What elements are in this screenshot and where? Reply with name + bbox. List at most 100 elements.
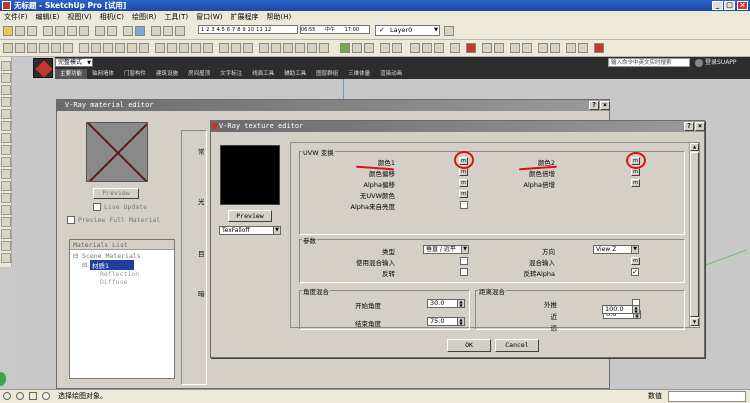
far-input[interactable]: 100.0 ▲ ▼ (602, 305, 640, 314)
vray-toolbar-icon-2[interactable] (494, 43, 504, 53)
help-button[interactable]: ? (589, 101, 599, 110)
axes-icon[interactable] (203, 43, 213, 53)
circle-icon[interactable] (27, 43, 37, 53)
use-blend-input-checkbox[interactable] (460, 257, 468, 265)
tape-measure-icon[interactable] (155, 43, 165, 53)
spinner-icon[interactable]: ▲▼ (457, 300, 464, 307)
spinner-icon[interactable]: ▲▼ (632, 306, 639, 313)
polygon-icon[interactable] (39, 43, 49, 53)
vray-toolbar-icon-8[interactable] (578, 43, 588, 53)
menu-draw[interactable]: 绘图(R) (132, 11, 156, 23)
layer-select[interactable]: ✓ Layer0 ▼ (375, 25, 440, 36)
menu-tools[interactable]: 工具(T) (164, 11, 188, 23)
left-tool-icon-17[interactable] (1, 253, 11, 263)
sun-icon[interactable] (175, 26, 185, 36)
orbit-icon[interactable] (219, 43, 229, 53)
scroll-up-icon[interactable]: ▲ (690, 143, 699, 151)
tab-facilities[interactable]: 建筑设施 (151, 69, 183, 79)
copy-icon[interactable] (55, 26, 65, 36)
right-view-icon[interactable] (295, 43, 305, 53)
vray-render-icon[interactable] (422, 43, 432, 53)
shadows-icon[interactable] (151, 26, 161, 36)
diffuse-layer[interactable]: Diffuse (100, 278, 127, 286)
left-tool-icon-5[interactable] (1, 109, 11, 119)
left-tool-icon-11[interactable] (1, 181, 11, 191)
menu-view[interactable]: 视图(V) (67, 11, 91, 23)
menu-edit[interactable]: 编辑(E) (36, 11, 60, 23)
spinner-icon[interactable]: ▲▼ (457, 318, 464, 325)
followme-icon[interactable] (115, 43, 125, 53)
alpha-multiplier-map-button[interactable]: m (631, 179, 640, 187)
vray-toolbar-icon-5[interactable] (538, 43, 548, 53)
menu-file[interactable]: 文件(F) (4, 11, 28, 23)
menu-camera[interactable]: 相机(C) (100, 11, 124, 23)
user-status-icon[interactable] (29, 392, 37, 400)
left-tool-icon-12[interactable] (1, 193, 11, 203)
tab-render-anim[interactable]: 渲染动画 (375, 69, 407, 79)
close-button[interactable]: × (737, 1, 748, 10)
tab-3d-mass[interactable]: 三维体量 (343, 69, 375, 79)
protractor-icon[interactable] (179, 43, 189, 53)
vray-material-icon[interactable] (466, 43, 476, 53)
vray-toolbar-icon-6[interactable] (550, 43, 560, 53)
start-angle-input[interactable]: 30.0 ▲ ▼ (427, 299, 465, 308)
undo-icon[interactable] (95, 26, 105, 36)
color-offset-map-button[interactable]: m (459, 168, 468, 176)
move-icon[interactable] (79, 43, 89, 53)
vray-settings-icon[interactable] (410, 43, 420, 53)
tab-room-roof[interactable]: 房间屋顶 (183, 69, 215, 79)
alpha-offset-map-button[interactable]: m (459, 179, 468, 187)
style-icon[interactable] (392, 43, 402, 53)
print-icon[interactable] (123, 26, 133, 36)
left-tool-icon-2[interactable] (1, 73, 11, 83)
texture-preview-button[interactable]: Preview (228, 210, 272, 222)
vray-frame-icon[interactable] (434, 43, 444, 53)
dimension-icon[interactable] (167, 43, 177, 53)
time-slider[interactable]: 06:55 中午 17:00 (300, 25, 370, 34)
tab-aux-tools[interactable]: 辅助工具 (279, 69, 311, 79)
tab-layer-group[interactable]: 图层群组 (311, 69, 343, 79)
preview-full-checkbox[interactable] (67, 216, 75, 224)
tab-main[interactable]: 主要功能 (55, 69, 88, 79)
end-angle-input[interactable]: 75.0 ▲ ▼ (427, 317, 465, 326)
erase-icon[interactable] (79, 26, 89, 36)
blend-input-map-button[interactable]: m (631, 257, 640, 265)
left-tool-icon-3[interactable] (1, 85, 11, 95)
material-node-selected[interactable]: 材质1 (90, 260, 134, 270)
section-icon[interactable] (380, 43, 390, 53)
vray-toolbar-icon-1[interactable] (482, 43, 492, 53)
pan-icon[interactable] (231, 43, 241, 53)
close-button[interactable]: × (695, 122, 705, 131)
open-icon[interactable] (15, 26, 25, 36)
vertical-scrollbar[interactable]: ▲ ▼ (689, 143, 699, 327)
rotate-icon[interactable] (103, 43, 113, 53)
invert-alpha-checkbox[interactable]: ✓ (631, 268, 639, 276)
model-info-icon[interactable] (135, 26, 145, 36)
maximize-button[interactable]: □ (724, 1, 735, 10)
vray-toolbar-icon-9[interactable] (594, 43, 604, 53)
share-icon[interactable] (352, 43, 362, 53)
component-icon[interactable] (3, 43, 13, 53)
cancel-button[interactable]: Cancel (495, 339, 539, 352)
command-search-input[interactable]: 输入命令中英文实时搜索 (608, 58, 690, 67)
warehouse-icon[interactable] (340, 43, 350, 53)
alpha-from-lum-checkbox[interactable] (460, 201, 468, 209)
vray-light-icon[interactable] (450, 43, 460, 53)
tab-text-dim[interactable]: 文字标注 (215, 69, 247, 79)
menu-window[interactable]: 窗口(W) (196, 11, 222, 23)
left-tool-icon-13[interactable] (1, 205, 11, 215)
color-multiplier-map-button[interactable]: m (631, 168, 640, 176)
rectangle-icon[interactable] (15, 43, 25, 53)
scroll-down-icon[interactable]: ▼ (690, 318, 699, 326)
vray-toolbar-icon-4[interactable] (522, 43, 532, 53)
live-update-checkbox[interactable] (93, 203, 101, 211)
mode-select[interactable]: 完整模式 ▼ (55, 58, 93, 67)
login-link[interactable]: 登录SUAPP (695, 58, 737, 67)
left-tool-icon-8[interactable] (1, 145, 11, 155)
cut-icon[interactable] (43, 26, 53, 36)
back-view-icon[interactable] (307, 43, 317, 53)
left-tool-icon-1[interactable] (1, 61, 11, 71)
left-view-icon[interactable] (319, 43, 329, 53)
scroll-thumb[interactable] (690, 152, 699, 317)
direction-select[interactable]: View Z ▼ (593, 245, 639, 254)
